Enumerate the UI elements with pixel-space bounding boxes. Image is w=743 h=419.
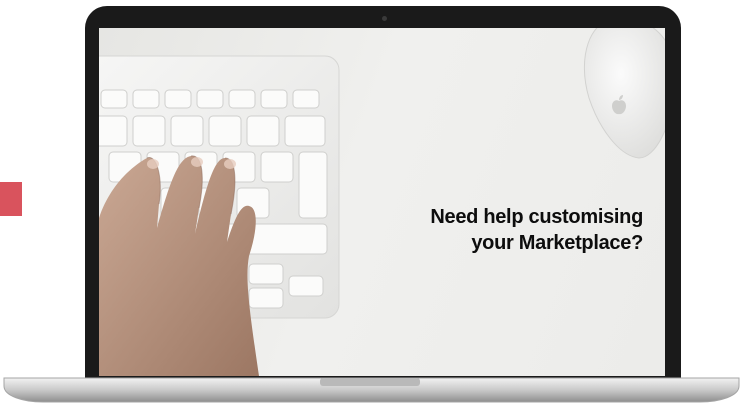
banner-headline: Need help customising your Marketplace? <box>343 204 643 256</box>
mouse <box>583 28 665 159</box>
accent-square <box>0 182 22 216</box>
headline-line-2: your Marketplace? <box>471 232 643 254</box>
laptop-base <box>3 377 740 403</box>
webcam-dot <box>382 16 387 21</box>
hand <box>99 155 259 376</box>
hero-banner[interactable]: Need help customising your Marketplace? <box>99 28 665 376</box>
headline-line-1: Need help customising <box>430 206 643 228</box>
hero-photo <box>99 28 665 376</box>
